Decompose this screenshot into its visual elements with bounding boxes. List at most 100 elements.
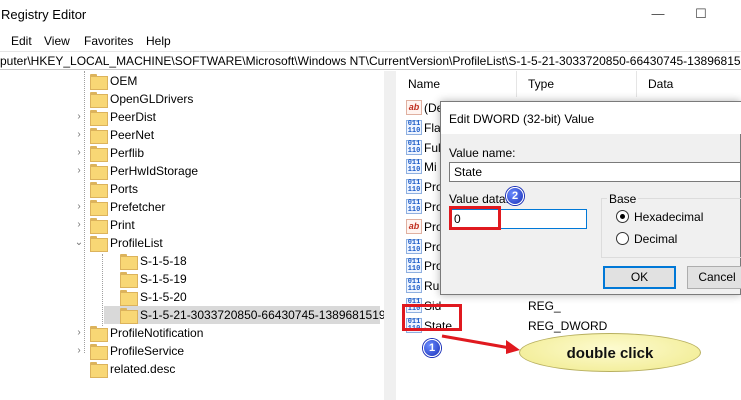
decimal-label[interactable]: Decimal: [634, 232, 677, 246]
ok-button[interactable]: OK: [603, 266, 676, 289]
binary-value-icon: 011 110: [406, 278, 422, 294]
chevron-right-icon[interactable]: [104, 288, 114, 306]
base-label: Base: [607, 192, 639, 206]
edit-dword-dialog: Edit DWORD (32-bit) Value Value name: St…: [440, 101, 741, 295]
tree-item[interactable]: S-1-5-20: [104, 288, 380, 306]
chevron-right-icon[interactable]: ›: [74, 324, 84, 342]
value-name: Ru: [424, 279, 440, 294]
tree-item[interactable]: › Print: [74, 216, 380, 234]
value-name-label: Value name:: [449, 146, 516, 160]
address-bar[interactable]: puter\HKEY_LOCAL_MACHINE\SOFTWARE\Micros…: [0, 51, 741, 70]
tree-item[interactable]: › PerHwIdStorage: [74, 162, 380, 180]
folder-icon: [120, 254, 138, 270]
maximize-icon[interactable]: ☐: [686, 3, 716, 25]
tree-item[interactable]: › ProfileService: [74, 342, 380, 360]
tree-item[interactable]: › PeerNet: [74, 126, 380, 144]
chevron-right-icon[interactable]: [74, 360, 84, 378]
chevron-right-icon[interactable]: ›: [74, 144, 84, 162]
tree-item-label: PeerDist: [110, 110, 157, 124]
chevron-right-icon[interactable]: [74, 180, 84, 198]
menu-edit[interactable]: Edit: [11, 34, 32, 48]
tree-item[interactable]: ⌄ ProfileList: [74, 234, 380, 252]
tree-item-label: ProfileList: [110, 236, 163, 250]
tree-item[interactable]: › PeerDist: [74, 108, 380, 126]
tree-item[interactable]: › Prefetcher: [74, 198, 380, 216]
tree-item-label: PerHwIdStorage: [110, 164, 199, 178]
folder-icon: [120, 290, 138, 306]
folder-icon: [90, 74, 108, 90]
tree-scrollbar[interactable]: [384, 71, 396, 400]
folder-icon: [90, 362, 108, 378]
tree-item-label: OEM: [110, 74, 138, 88]
string-value-icon: ab: [406, 100, 422, 115]
tree-item[interactable]: related.desc: [74, 360, 380, 378]
tree-item-label: Prefetcher: [110, 200, 166, 214]
dialog-title: Edit DWORD (32-bit) Value: [449, 112, 595, 126]
binary-value-icon: 011 110: [406, 119, 422, 135]
binary-value-icon: 011 110: [406, 199, 422, 214]
chevron-right-icon[interactable]: ›: [74, 108, 84, 126]
tree-item[interactable]: S-1-5-19: [104, 270, 380, 288]
chevron-right-icon[interactable]: ›: [74, 216, 84, 234]
chevron-right-icon[interactable]: [104, 270, 114, 288]
chevron-right-icon[interactable]: ›: [74, 198, 84, 216]
column-data[interactable]: Data: [637, 71, 741, 97]
base-group: [601, 198, 741, 258]
decimal-radio[interactable]: [616, 232, 629, 245]
chevron-right-icon[interactable]: ›: [74, 342, 84, 360]
folder-icon: [90, 182, 108, 198]
chevron-right-icon[interactable]: ›: [74, 126, 84, 144]
binary-value-icon: 011 110: [406, 258, 422, 274]
menu-favorites[interactable]: Favorites: [84, 34, 133, 48]
chevron-down-icon[interactable]: ⌄: [74, 234, 84, 252]
value-name-field[interactable]: State: [449, 162, 741, 182]
value-name: Mi: [424, 160, 437, 175]
folder-icon: [120, 308, 138, 324]
tree-item[interactable]: S-1-5-21-3033720850-66430745-1389681519-…: [104, 306, 395, 324]
menu-help[interactable]: Help: [146, 34, 171, 48]
chevron-right-icon[interactable]: ›: [74, 162, 84, 180]
tree-item-label: related.desc: [110, 362, 176, 376]
registry-tree: OEM OpenGLDrivers › PeerDist › PeerNet › Perfli…: [0, 71, 396, 400]
tree-item[interactable]: Ports: [74, 180, 380, 198]
folder-icon: [90, 200, 108, 216]
column-name[interactable]: Name: [397, 71, 517, 97]
tree-item-label: S-1-5-18: [140, 254, 187, 268]
chevron-right-icon[interactable]: [74, 72, 84, 90]
tree-item-label: ProfileService: [110, 344, 185, 358]
value-name: Fla: [424, 120, 441, 135]
binary-value-icon: 011 110: [406, 179, 422, 195]
tree-item-label: ProfileNotification: [110, 326, 204, 340]
tree-item[interactable]: OEM: [74, 72, 380, 90]
state-highlight: [402, 304, 462, 331]
tree-item-label: OpenGLDrivers: [110, 92, 194, 106]
folder-icon: [90, 128, 108, 144]
folder-icon: [120, 272, 138, 288]
folder-icon: [90, 344, 108, 360]
menu-view[interactable]: View: [44, 34, 70, 48]
folder-icon: [90, 146, 108, 162]
chevron-right-icon[interactable]: [104, 252, 114, 270]
tree-item[interactable]: S-1-5-18: [104, 252, 380, 270]
tree-item-label: Perflib: [110, 146, 145, 160]
arrow-head: [506, 340, 520, 354]
title-bar: Registry Editor — ☐: [0, 0, 741, 31]
column-type[interactable]: Type: [517, 71, 637, 97]
value-type: REG_: [528, 299, 561, 313]
tree-item[interactable]: › Perflib: [74, 144, 380, 162]
value-data-label: Value data:: [449, 192, 509, 206]
tree-item[interactable]: › ProfileNotification: [74, 324, 380, 342]
value-type: REG_DWORD: [528, 318, 608, 333]
string-value-icon: ab: [406, 218, 422, 234]
tree-item-label: Print: [110, 218, 135, 232]
tree-item-label: S-1-5-19: [140, 272, 187, 286]
tree-item[interactable]: OpenGLDrivers: [74, 90, 380, 108]
chevron-right-icon[interactable]: [104, 306, 114, 324]
hexadecimal-radio[interactable]: [616, 210, 629, 223]
chevron-right-icon[interactable]: [74, 90, 84, 108]
folder-icon: [90, 92, 108, 108]
minimize-icon[interactable]: —: [643, 3, 673, 25]
cancel-button[interactable]: Cancel: [687, 266, 741, 289]
hexadecimal-label[interactable]: Hexadecimal: [634, 210, 703, 224]
dialog-title-bar: Edit DWORD (32-bit) Value: [441, 102, 741, 134]
